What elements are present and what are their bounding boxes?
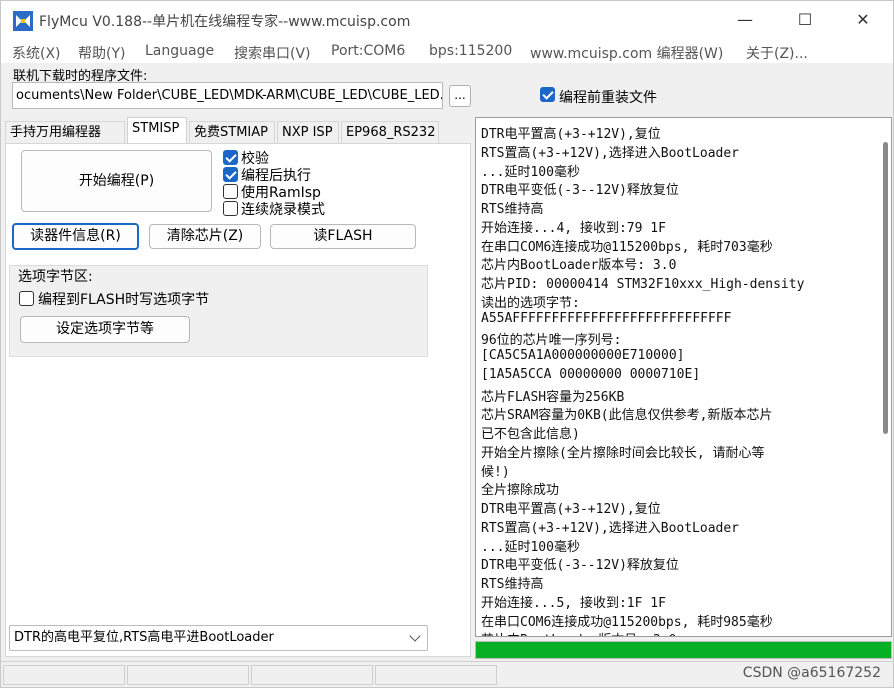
log-line: 芯片FLASH容量为256KB	[481, 389, 625, 405]
log-line: 读出的选项字节:	[481, 295, 580, 311]
log-line: A55AFFFFFFFFFFFFFFFFFFFFFFFFFFFF	[481, 310, 732, 326]
watermark: CSDN @a65167252	[742, 665, 881, 681]
progress-bar	[475, 641, 892, 659]
reload-checkbox[interactable]	[540, 87, 555, 102]
log-line: 开始全片擦除(全片擦除时间会比较长, 请耐心等	[481, 445, 765, 461]
tab-nxp-isp[interactable]: NXP ISP	[277, 121, 339, 143]
log-line: 在串口COM6连接成功@115200bps, 耗时985毫秒	[481, 614, 773, 630]
maximize-button[interactable]: ☐	[783, 1, 827, 41]
app-window: FlyMcu V0.188--单片机在线编程专家--www.mcuisp.com…	[0, 0, 894, 688]
write-option-bytes-checkbox[interactable]	[19, 291, 34, 306]
progress-fill	[476, 642, 891, 658]
continuous-label: 连续烧录模式	[241, 202, 325, 218]
menu-bar: 系统(X) 帮助(Y) Language 搜索串口(V) Port:COM6 b…	[1, 41, 893, 63]
browse-button[interactable]: ...	[449, 85, 471, 107]
read-info-button[interactable]: 读器件信息(R)	[12, 223, 139, 250]
log-line: DTR电平变低(-3--12V)释放复位	[481, 558, 679, 574]
minimize-button[interactable]: —	[723, 1, 767, 41]
erase-chip-button[interactable]: 清除芯片(Z)	[149, 224, 261, 249]
write-option-bytes-label: 编程到FLASH时写选项字节	[38, 292, 210, 308]
read-flash-button[interactable]: 读FLASH	[270, 224, 416, 249]
log-line: 全片擦除成功	[481, 483, 560, 499]
menu-search-port[interactable]: 搜索串口(V)	[234, 43, 311, 63]
flymcu-logo-icon	[13, 11, 33, 31]
log-line: [CA5C5A1A000000000E710000]	[481, 348, 685, 363]
status-segment	[375, 665, 497, 685]
menu-help[interactable]: 帮助(Y)	[78, 43, 125, 63]
tab-stmisp[interactable]: STMISP	[127, 117, 187, 144]
log-line: 在串口COM6连接成功@115200bps, 耗时703毫秒	[481, 239, 773, 255]
tab-handheld[interactable]: 手持万用编程器	[5, 121, 125, 143]
reload-label: 编程前重装文件	[559, 90, 657, 106]
log-line: ...延时100毫秒	[481, 164, 580, 180]
tab-ep968[interactable]: EP968_RS232	[341, 121, 439, 143]
log-line: [1A5A5CCA 00000000 0000710E]	[481, 366, 701, 382]
option-bytes-group: 选项字节区: 编程到FLASH时写选项字节 设定选项字节等	[9, 265, 428, 357]
verify-checkbox[interactable]	[223, 150, 238, 165]
log-line: 候!)	[481, 464, 510, 480]
log-line: RTS置高(+3-+12V),选择进入BootLoader	[481, 145, 740, 161]
menu-baudrate[interactable]: bps:115200	[429, 43, 512, 59]
option-bytes-title: 选项字节区:	[18, 269, 93, 285]
menu-programmer[interactable]: www.mcuisp.com 编程器(W)	[530, 43, 723, 63]
file-path-field[interactable]: ocuments\New Folder\CUBE_LED\MDK-ARM\CUB…	[12, 82, 443, 109]
log-line: RTS置高(+3-+12V),选择进入BootLoader	[481, 520, 740, 536]
log-output[interactable]: DTR电平置高(+3-+12V),复位 RTS置高(+3-+12V),选择进入Bo…	[475, 117, 892, 637]
log-scrollbar[interactable]	[879, 118, 891, 636]
continuous-checkbox[interactable]	[223, 201, 238, 216]
menu-port[interactable]: Port:COM6	[331, 43, 405, 59]
log-line: 芯片内BootLoader版本号: 3.0	[481, 258, 677, 274]
log-line: RTS维持高	[481, 202, 544, 217]
reset-mode-select[interactable]: DTR的高电平复位,RTS高电平进BootLoader	[9, 625, 428, 651]
log-line: 开始连接...4, 接收到:79 1F	[481, 220, 666, 236]
set-option-bytes-button[interactable]: 设定选项字节等	[20, 316, 190, 343]
log-line: RTS维持高	[481, 577, 544, 592]
log-line: 芯片内BootLoader版本号: 3.0	[481, 629, 676, 636]
status-segment	[3, 665, 125, 685]
log-line: DTR电平置高(+3-+12V),复位	[481, 502, 661, 517]
log-line: 开始连接...5, 接收到:1F 1F	[481, 595, 666, 611]
log-line: ...延时100毫秒	[481, 539, 580, 555]
chevron-down-icon	[409, 630, 421, 642]
scrollbar-thumb[interactable]	[883, 142, 888, 434]
log-line: 芯片SRAM容量为0KB(此信息仅供参考,新版本芯片	[481, 408, 773, 424]
menu-about[interactable]: 关于(Z)...	[746, 43, 808, 63]
log-line: DTR电平置高(+3-+12V),复位	[481, 127, 661, 142]
ramisp-checkbox[interactable]	[223, 184, 238, 199]
log-line: 已不包含此信息)	[481, 427, 580, 442]
menu-system[interactable]: 系统(X)	[12, 43, 61, 63]
log-line: DTR电平变低(-3--12V)释放复位	[481, 183, 679, 199]
log-line: 96位的芯片唯一序列号:	[481, 333, 622, 349]
start-program-button[interactable]: 开始编程(P)	[21, 150, 212, 212]
stmisp-panel	[5, 143, 471, 657]
log-line: 芯片PID: 00000414 STM32F10xxx_High-density	[481, 277, 805, 292]
reset-mode-value: DTR的高电平复位,RTS高电平进BootLoader	[14, 630, 274, 645]
menu-language[interactable]: Language	[145, 43, 214, 59]
window-title: FlyMcu V0.188--单片机在线编程专家--www.mcuisp.com	[39, 14, 411, 30]
close-button[interactable]: ✕	[841, 1, 885, 41]
status-segment	[251, 665, 373, 685]
run-after-checkbox[interactable]	[223, 167, 238, 182]
status-segment	[127, 665, 249, 685]
title-bar: FlyMcu V0.188--单片机在线编程专家--www.mcuisp.com…	[1, 1, 893, 41]
tab-stmiap[interactable]: 免费STMIAP	[189, 121, 275, 143]
